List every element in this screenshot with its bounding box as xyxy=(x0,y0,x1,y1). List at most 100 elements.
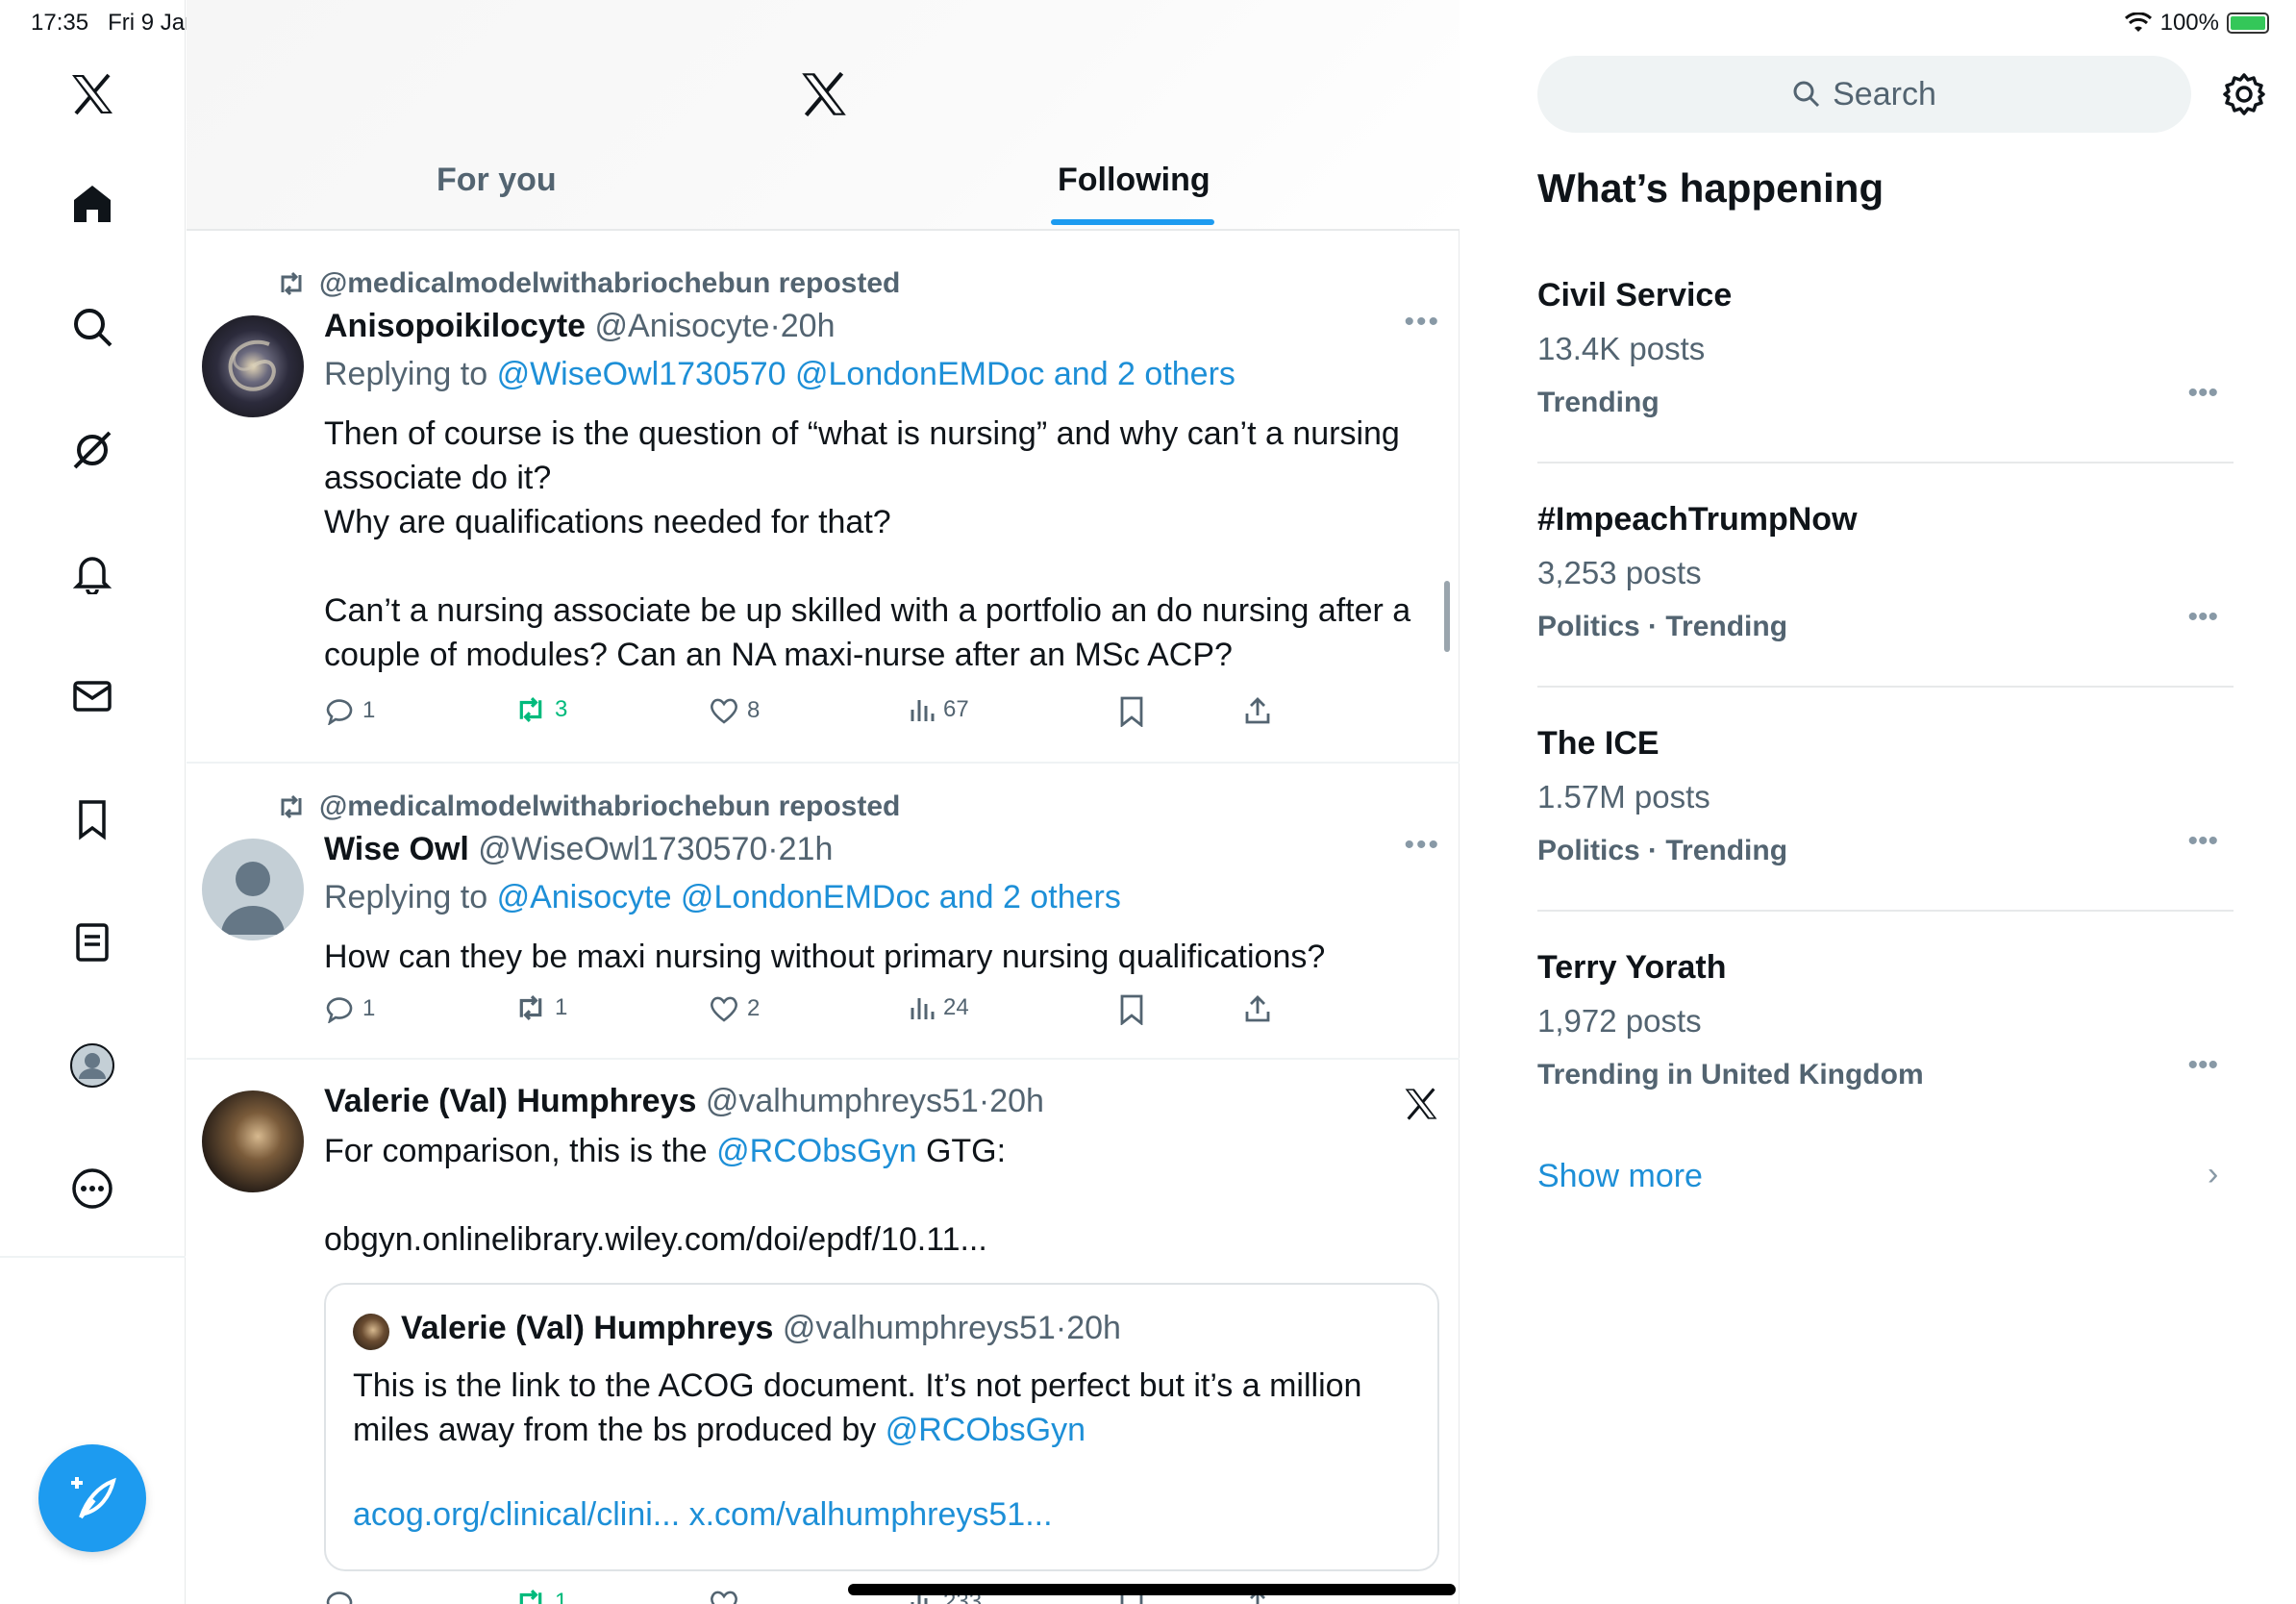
tweet[interactable]: @medicalmodelwithabriochebun reposted An… xyxy=(187,238,1460,764)
replying-to: Replying to @Anisocyte @LondonEMDoc and … xyxy=(324,879,1121,915)
repost-button[interactable]: 1 xyxy=(514,1589,567,1604)
wifi-icon xyxy=(2124,13,2152,32)
grok-icon[interactable] xyxy=(69,427,115,473)
tweet-actions: 1 1 2 24 xyxy=(324,994,1285,1033)
like-button[interactable]: 8 xyxy=(709,696,760,725)
author-name[interactable]: Valerie (Val) Humphreys xyxy=(324,1083,696,1119)
views-icon xyxy=(911,700,935,721)
trend-divider xyxy=(1537,462,2234,464)
feather-plus-icon xyxy=(71,1477,116,1519)
tweet-more-icon[interactable]: ••• xyxy=(1404,306,1440,338)
trend-divider xyxy=(1537,910,2234,912)
author-handle[interactable]: @Anisocyte xyxy=(595,308,770,344)
tweet-time: 21h xyxy=(778,831,834,867)
repost-indicator: @medicalmodelwithabriochebun reposted xyxy=(277,790,900,823)
author-handle[interactable]: @valhumphreys51 xyxy=(706,1083,979,1119)
tweet-header: Wise Owl @WiseOwl1730570·21h xyxy=(324,831,834,867)
tweet-header: Anisopoikilocyte @Anisocyte·20h xyxy=(324,308,836,344)
repost-icon xyxy=(281,794,302,819)
profile-avatar-icon[interactable] xyxy=(69,1042,115,1089)
sidebar xyxy=(0,0,186,1604)
views-icon xyxy=(911,998,935,1019)
x-logo-icon[interactable] xyxy=(69,71,115,117)
settings-gear-icon[interactable] xyxy=(2221,71,2267,117)
mention-link[interactable]: @RCObsGyn xyxy=(886,1412,1086,1448)
views-button[interactable]: 24 xyxy=(909,994,969,1021)
trend-name: The ICE xyxy=(1537,725,1660,762)
reply-icon xyxy=(326,1591,353,1604)
notifications-icon[interactable] xyxy=(69,550,115,596)
chevron-right-icon[interactable]: › xyxy=(2208,1156,2218,1193)
avatar[interactable] xyxy=(202,1090,304,1192)
home-icon[interactable] xyxy=(69,181,115,227)
heart-icon xyxy=(711,1591,737,1604)
timeline-header: For you Following xyxy=(187,0,1460,231)
like-button[interactable] xyxy=(709,1589,739,1604)
author-name[interactable]: Wise Owl xyxy=(324,831,469,867)
messages-icon[interactable] xyxy=(69,673,115,719)
reply-button[interactable]: 1 xyxy=(324,696,375,725)
trend-more-icon[interactable]: ••• xyxy=(2187,825,2218,858)
bookmarks-icon[interactable] xyxy=(69,796,115,842)
scrollbar-thumb[interactable] xyxy=(1444,581,1450,652)
trend-item[interactable]: #ImpeachTrumpNow 3,253 posts Politics · … xyxy=(1537,501,2234,655)
reply-button[interactable]: 1 xyxy=(324,994,375,1023)
search-input[interactable]: Search xyxy=(1537,56,2191,133)
trend-meta: Politics · Trending xyxy=(1537,611,1788,642)
replying-to-links[interactable]: @WiseOwl1730570 @LondonEMDoc and 2 other… xyxy=(497,356,1235,392)
trend-item[interactable]: Civil Service 13.4K posts Trending ••• xyxy=(1537,277,2234,431)
compose-post-button[interactable] xyxy=(38,1444,146,1552)
tab-for-you[interactable]: For you xyxy=(437,162,557,199)
tweet[interactable]: Valerie (Val) Humphreys @valhumphreys51·… xyxy=(187,1062,1460,1604)
search-icon[interactable] xyxy=(69,304,115,350)
repost-icon xyxy=(519,1590,542,1604)
repost-icon xyxy=(519,697,542,722)
tweet-more-icon[interactable]: ••• xyxy=(1404,829,1440,862)
tweet-header: Valerie (Val) Humphreys @valhumphreys51·… xyxy=(324,1083,1044,1119)
lists-icon[interactable] xyxy=(69,919,115,965)
quote-links[interactable]: acog.org/clinical/clini... x.com/valhump… xyxy=(353,1496,1053,1534)
repost-button[interactable]: 1 xyxy=(514,994,567,1021)
trend-count: 1,972 posts xyxy=(1537,1003,1702,1039)
quote-avatar xyxy=(353,1314,389,1350)
trend-more-icon[interactable]: ••• xyxy=(2187,1049,2218,1082)
tab-following[interactable]: Following xyxy=(1058,162,1210,199)
tweet-time: 20h xyxy=(780,308,836,344)
trend-more-icon[interactable]: ••• xyxy=(2187,601,2218,634)
reply-icon xyxy=(326,997,353,1023)
repost-indicator: @medicalmodelwithabriochebun reposted xyxy=(277,267,900,300)
reply-button[interactable] xyxy=(324,1589,355,1604)
trend-count: 1.57M posts xyxy=(1537,779,1710,815)
replying-to-links[interactable]: @Anisocyte @LondonEMDoc and 2 others xyxy=(497,879,1121,915)
share-button[interactable] xyxy=(1243,994,1272,1023)
timeline: For you Following @medicalmodelwithabrio… xyxy=(187,0,1460,1604)
show-more-link[interactable]: Show more xyxy=(1537,1158,1703,1195)
share-icon xyxy=(1245,995,1270,1022)
bookmark-button[interactable] xyxy=(1118,994,1145,1025)
tweet-time: 20h xyxy=(989,1083,1044,1119)
repost-button[interactable]: 3 xyxy=(514,696,567,723)
avatar[interactable] xyxy=(202,839,304,940)
author-name[interactable]: Anisopoikilocyte xyxy=(324,308,586,344)
author-handle[interactable]: @WiseOwl1730570 xyxy=(478,831,767,867)
quoted-tweet[interactable]: Valerie (Val) Humphreys @valhumphreys51·… xyxy=(324,1283,1439,1571)
battery-percent: 100% xyxy=(2159,10,2219,36)
trend-item[interactable]: The ICE 1.57M posts Politics · Trending … xyxy=(1537,725,2234,879)
trend-item[interactable]: Terry Yorath 1,972 posts Trending in Uni… xyxy=(1537,949,2234,1103)
avatar[interactable] xyxy=(202,315,304,417)
trend-more-icon[interactable]: ••• xyxy=(2187,377,2218,410)
section-title: What’s happening xyxy=(1537,165,1884,211)
share-icon xyxy=(1245,697,1270,724)
external-link[interactable]: obgyn.onlinelibrary.wiley.com/doi/epdf/1… xyxy=(324,1217,1420,1262)
like-button[interactable]: 2 xyxy=(709,994,760,1023)
more-options-icon[interactable] xyxy=(69,1165,115,1212)
mention-link[interactable]: @RCObsGyn xyxy=(716,1133,916,1169)
home-indicator[interactable] xyxy=(848,1584,1456,1595)
x-logo-icon[interactable] xyxy=(800,71,848,117)
views-button[interactable]: 67 xyxy=(909,696,969,723)
bookmark-button[interactable] xyxy=(1118,696,1145,727)
tweet[interactable]: @medicalmodelwithabriochebun reposted Wi… xyxy=(187,765,1460,1060)
trend-name: #ImpeachTrumpNow xyxy=(1537,501,1858,538)
replying-to: Replying to @WiseOwl1730570 @LondonEMDoc… xyxy=(324,356,1235,392)
share-button[interactable] xyxy=(1243,696,1272,725)
